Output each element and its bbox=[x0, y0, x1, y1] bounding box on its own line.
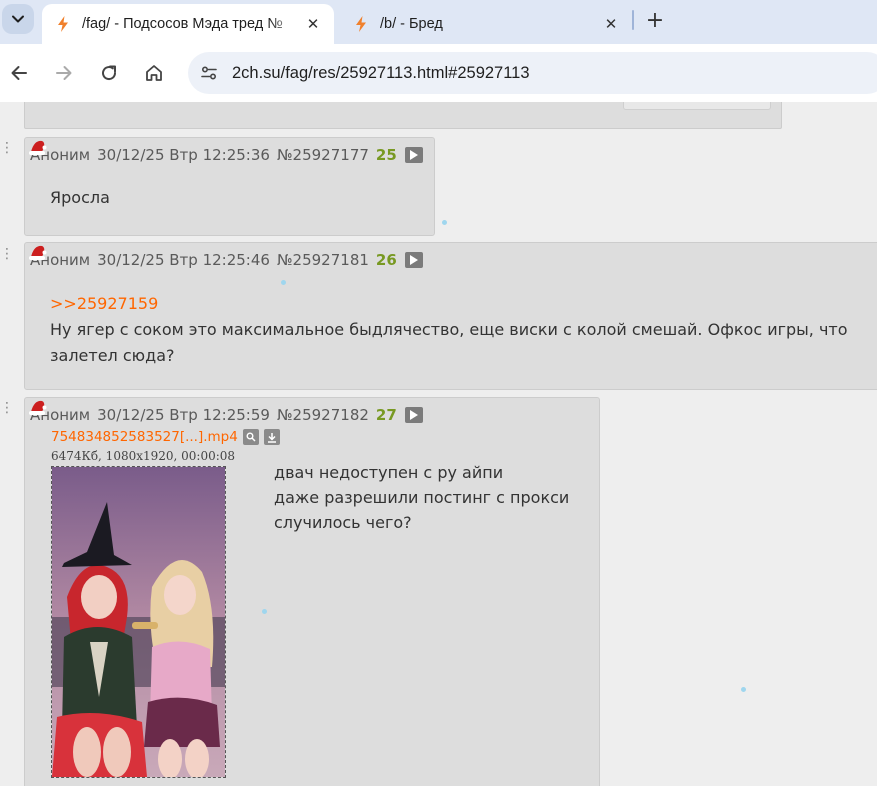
file-name-link[interactable]: 75483485258352​7[...].mp4 bbox=[51, 429, 238, 445]
favicon-lightning-icon bbox=[356, 16, 366, 32]
close-icon[interactable]: ✕ bbox=[302, 13, 324, 35]
tab-list-button[interactable] bbox=[2, 4, 34, 34]
back-icon bbox=[11, 66, 27, 80]
address-bar[interactable]: 2ch.su/fag/res/25927113.html#25927113 bbox=[188, 52, 877, 94]
back-button[interactable] bbox=[3, 57, 35, 89]
download-icon[interactable] bbox=[263, 429, 280, 445]
post-date: 30/12/25 Втр 12:25:46 bbox=[97, 251, 270, 269]
home-button[interactable] bbox=[138, 57, 170, 89]
snowflake-dot bbox=[262, 609, 267, 614]
url-text: 2ch.su/fag/res/25927113.html#25927113 bbox=[232, 63, 530, 82]
thumbnail-image bbox=[52, 467, 225, 777]
tab-b[interactable]: /b/ - Бред ✕ bbox=[342, 4, 632, 44]
thread-page: ⋮ Аноним 30/12/25 Втр 12:25:36 №25927177… bbox=[0, 102, 877, 786]
previous-post-inner bbox=[623, 102, 771, 110]
post-number[interactable]: №25927181 bbox=[277, 251, 369, 269]
tab-fag[interactable]: /fag/ - Подсосов Мэда тред № ✕ bbox=[42, 4, 334, 44]
post-25927181: Аноним 30/12/25 Втр 12:25:46 №25927181 2… bbox=[24, 242, 877, 390]
post-header: Аноним 30/12/25 Втр 12:25:36 №25927177 2… bbox=[30, 146, 423, 164]
post-date: 30/12/25 Втр 12:25:59 bbox=[97, 406, 270, 424]
snowflake-dot bbox=[442, 220, 447, 225]
tab-title: /b/ - Бред bbox=[380, 16, 443, 32]
post-line: Ну ягер с соком это максимальное быдляче… bbox=[50, 320, 848, 339]
post-line: Яросла bbox=[50, 188, 110, 207]
post-number[interactable]: №25927182 bbox=[277, 406, 369, 424]
tab-title: /fag/ - Подсосов Мэда тред № bbox=[82, 16, 283, 32]
post-count: 25 bbox=[375, 146, 397, 164]
santa-hat-icon bbox=[29, 400, 47, 415]
play-icon[interactable] bbox=[404, 147, 423, 163]
snowflake-dot bbox=[741, 687, 746, 692]
site-info-button[interactable] bbox=[194, 58, 224, 88]
file-meta: 6474Кб, 1080x1920, 00:00:08 bbox=[51, 449, 236, 463]
post-count: 26 bbox=[375, 251, 397, 269]
new-tab-button[interactable]: + bbox=[642, 7, 668, 33]
tab-strip: /fag/ - Подсосов Мэда тред № ✕ /b/ - Бре… bbox=[0, 0, 877, 44]
post-header: Аноним 30/12/25 Втр 12:25:46 №25927181 2… bbox=[30, 251, 423, 269]
post-header: Аноним 30/12/25 Втр 12:25:59 №25927182 2… bbox=[30, 406, 423, 424]
forward-icon bbox=[56, 66, 72, 80]
post-25927182: Аноним 30/12/25 Втр 12:25:59 №25927182 2… bbox=[24, 397, 600, 786]
reload-icon bbox=[102, 65, 117, 81]
post-date: 30/12/25 Втр 12:25:36 bbox=[97, 146, 270, 164]
tab-separator bbox=[632, 10, 634, 30]
santa-hat-icon bbox=[29, 245, 47, 260]
browser-toolbar: 2ch.su/fag/res/25927113.html#25927113 bbox=[0, 44, 877, 102]
post-menu-icon[interactable]: ⋮ bbox=[0, 400, 15, 416]
post-menu-icon[interactable]: ⋮ bbox=[0, 246, 15, 262]
previous-post-fragment bbox=[24, 102, 782, 129]
post-line: залетел сюда? bbox=[50, 346, 175, 365]
post-menu-icon[interactable]: ⋮ bbox=[0, 140, 15, 156]
post-line: двач недоступен с ру айпи bbox=[274, 463, 504, 482]
site-info-icon bbox=[201, 66, 217, 80]
favicon-lightning-icon bbox=[58, 16, 68, 32]
post-text: Яросла bbox=[50, 185, 110, 211]
post-line: даже разрешили постинг с прокси bbox=[274, 488, 570, 507]
home-icon bbox=[146, 65, 162, 81]
post-line: случилось чего? bbox=[274, 513, 412, 532]
post-number[interactable]: №25927177 bbox=[277, 146, 369, 164]
snowflake-dot bbox=[281, 280, 286, 285]
chevron-down-icon bbox=[12, 15, 24, 23]
post-text: >>25927159 Ну ягер с соком это максималь… bbox=[50, 291, 848, 369]
post-text: двач недоступен с ру айпи даже разрешили… bbox=[274, 460, 569, 535]
file-attachment: 75483485258352​7[...].mp4 bbox=[51, 429, 280, 445]
play-icon[interactable] bbox=[404, 407, 423, 423]
search-icon[interactable] bbox=[242, 429, 259, 445]
forward-button[interactable] bbox=[48, 57, 80, 89]
reload-button[interactable] bbox=[93, 57, 125, 89]
post-25927177: Аноним 30/12/25 Втр 12:25:36 №25927177 2… bbox=[24, 137, 435, 236]
reply-link[interactable]: >>25927159 bbox=[50, 291, 848, 317]
santa-hat-icon bbox=[29, 140, 47, 155]
play-icon[interactable] bbox=[404, 252, 423, 268]
video-thumbnail[interactable] bbox=[51, 466, 226, 778]
close-icon[interactable]: ✕ bbox=[600, 13, 622, 35]
post-count: 27 bbox=[375, 406, 397, 424]
